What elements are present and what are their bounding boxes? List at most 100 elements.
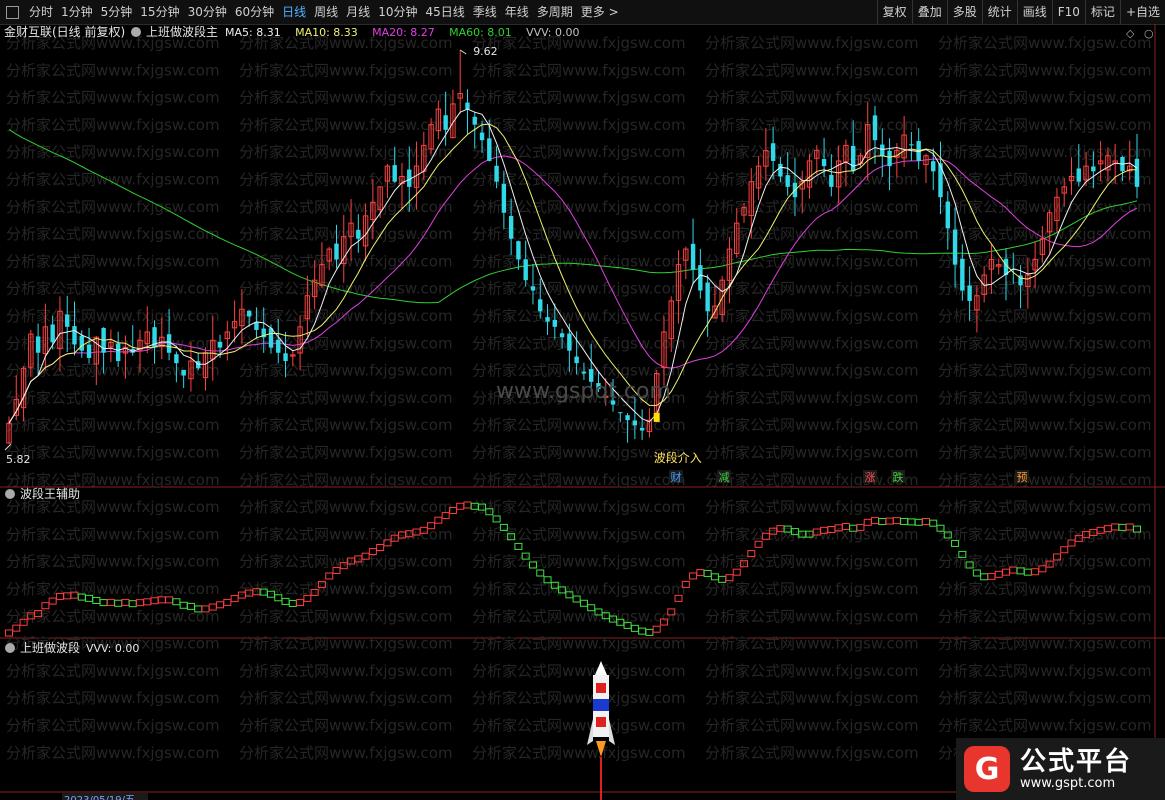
watermark-text: 分析家公式网www.fxjgsw.com [239, 471, 453, 489]
band-step [281, 597, 290, 605]
period-tab[interactable]: 1分钟 [57, 0, 97, 24]
band-step [892, 517, 901, 525]
watermark-text: 分析家公式网www.fxjgsw.com [239, 89, 453, 107]
watermark-text: 分析家公式网www.fxjgsw.com [705, 471, 919, 489]
band-step [492, 515, 501, 523]
candle-body [887, 150, 892, 167]
toolbar-button[interactable]: 多股 [946, 0, 982, 24]
period-tab[interactable]: 30分钟 [184, 0, 231, 24]
band-step [223, 598, 232, 606]
indicator-name: 上班做波段主 [146, 24, 218, 39]
watermark-text: 分析家公式网www.fxjgsw.com [239, 580, 453, 598]
watermark-text: 分析家公式网www.fxjgsw.com [938, 61, 1152, 79]
band-step [296, 599, 305, 607]
band-step [288, 599, 297, 607]
period-tab[interactable]: 多周期 [533, 0, 577, 24]
candle-body [530, 286, 536, 291]
watermark-text: 分析家公式网www.fxjgsw.com [239, 717, 453, 735]
toolbar-button[interactable]: 复权 [876, 0, 912, 24]
gspt-logo: G 公式平台 www.gspt.com [956, 738, 1165, 800]
candle-body [945, 201, 950, 229]
watermark-text: 分析家公式网www.fxjgsw.com [6, 225, 220, 243]
watermark-text: 分析家公式网www.fxjgsw.com [6, 89, 220, 107]
watermark-text: 分析家公式网www.fxjgsw.com [705, 689, 919, 707]
band-step [929, 519, 938, 527]
candle-body [952, 229, 958, 265]
period-tab[interactable]: 更多 > [577, 0, 623, 24]
candle-body [72, 326, 77, 345]
period-tab[interactable]: 10分钟 [374, 0, 421, 24]
watermark-text: 分析家公式网www.fxjgsw.com [705, 89, 919, 107]
period-tab[interactable]: 月线 [342, 0, 374, 24]
watermark-text: 分析家公式网www.fxjgsw.com [472, 471, 686, 489]
ma-legend: MA10: 8.33 [295, 26, 358, 39]
candle-body [770, 143, 776, 161]
band-step [885, 517, 894, 525]
candle-body [334, 243, 339, 260]
watermark-text: 分析家公式网www.fxjgsw.com [938, 416, 1152, 434]
panel3-title: 上班做波段 [20, 640, 80, 655]
toolbar-button[interactable]: 标记 [1084, 0, 1120, 24]
period-tab[interactable]: 5分钟 [97, 0, 137, 24]
watermark-text: 分析家公式网www.fxjgsw.com [938, 498, 1152, 516]
high-label: 9.62 [473, 45, 498, 58]
watermark-text: 分析家公式网www.fxjgsw.com [472, 717, 686, 735]
period-tab[interactable]: 45日线 [421, 0, 468, 24]
period-tab[interactable]: 周线 [310, 0, 342, 24]
watermark-text: 分析家公式网www.fxjgsw.com [6, 717, 220, 735]
band-step [463, 501, 472, 509]
candle-body [567, 333, 572, 351]
rocket-window [596, 683, 606, 693]
candle-body [1091, 166, 1096, 172]
candle-body [501, 183, 507, 213]
toolbar-actions: 复权 叠加 多股 统计 画线 F10 标记 +自选 [876, 0, 1165, 24]
event-tag: 涨 [865, 471, 876, 484]
watermark-text: 分析家公式网www.fxjgsw.com [472, 143, 686, 161]
period-tab[interactable]: 日线 [278, 0, 310, 24]
band-step [980, 573, 989, 581]
candle-body [581, 371, 587, 374]
watermark-text: 分析家公式网www.fxjgsw.com [472, 744, 686, 762]
toolbar-button[interactable]: 叠加 [911, 0, 947, 24]
ma-legend: MA5: 8.31 [225, 26, 281, 39]
candle-body [79, 335, 84, 351]
watermark-text: 分析家公式网www.fxjgsw.com [472, 307, 686, 325]
toolbar-button[interactable]: 画线 [1016, 0, 1052, 24]
band-step [230, 595, 239, 603]
band-step [114, 599, 123, 607]
kline-chart[interactable]: 分析家公式网www.fxjgsw.com 分析家公式网www.fxjgsw.com… [0, 24, 1165, 800]
watermark-text: 分析家公式网www.fxjgsw.com [6, 198, 220, 216]
period-tab[interactable]: 年线 [501, 0, 533, 24]
band-step [92, 596, 101, 604]
band-step [972, 569, 981, 577]
candle-body [523, 259, 528, 281]
candle-body [268, 328, 274, 348]
band-step [579, 599, 588, 607]
candle-body [705, 282, 710, 312]
candle-body [217, 341, 223, 348]
toolbar-button[interactable]: +自选 [1119, 0, 1165, 24]
toolbar-button[interactable]: F10 [1051, 0, 1085, 24]
watermark-text: 分析家公式网www.fxjgsw.com [705, 389, 919, 407]
watermark-text: 分析家公式网www.fxjgsw.com [938, 444, 1152, 462]
window-square-icon[interactable] [6, 5, 19, 19]
band-step [710, 573, 719, 581]
toolbar-button[interactable]: 统计 [981, 0, 1017, 24]
period-toolbar: 分时 1分钟 5分钟 15分钟 30分钟 60分钟 日线 周线 月线 10分钟 45日线 季线 年线 多周… [0, 0, 1165, 25]
band-step [172, 598, 181, 606]
band-step [994, 570, 1003, 578]
watermark-text: 分析家公式网www.fxjgsw.com [239, 662, 453, 680]
watermark-text: 分析家公式网www.fxjgsw.com [705, 717, 919, 735]
band-step [121, 598, 130, 606]
band-step [514, 542, 523, 550]
period-tab[interactable]: 60分钟 [231, 0, 278, 24]
period-tab[interactable]: 分时 [25, 0, 57, 24]
period-tab[interactable]: 季线 [469, 0, 501, 24]
candle-body [50, 324, 55, 343]
candle-body [931, 161, 936, 172]
logo-title: 公式平台 [1020, 747, 1133, 777]
logo-g-icon: G [964, 746, 1010, 792]
period-tab[interactable]: 15分钟 [136, 0, 183, 24]
circle-icon: ○ [1144, 27, 1154, 40]
watermark-text: 分析家公式网www.fxjgsw.com [938, 362, 1152, 380]
